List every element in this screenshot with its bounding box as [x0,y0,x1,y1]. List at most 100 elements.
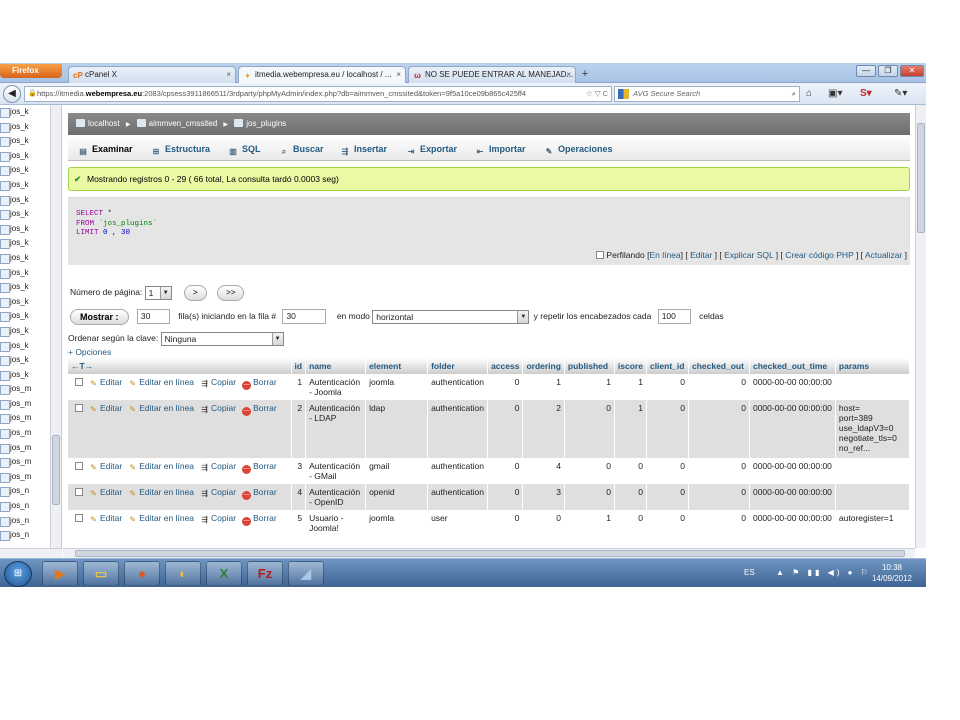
cell-published[interactable]: 0 [564,484,615,510]
page-scrollbar[interactable] [915,105,926,548]
maximize-button[interactable]: ❐ [878,65,898,77]
cell-ordering[interactable]: 3 [522,484,565,510]
col-header[interactable]: client_id [646,358,689,374]
delete-button[interactable]: — Borrar [242,403,277,416]
col-header[interactable]: ordering [522,358,565,374]
bookmark-reload-icons[interactable]: ☆ ▽ C [582,87,608,101]
cell-id[interactable]: 1 [291,374,307,400]
close-window-button[interactable]: ✕ [900,65,924,77]
col-header[interactable]: element [365,358,429,374]
edit-button[interactable]: ✎ Editar [89,461,122,472]
refresh-link[interactable]: Actualizar [865,250,902,260]
cell-iscore[interactable]: 1 [614,374,647,400]
cell-client-id[interactable]: 0 [646,484,689,510]
tab-export[interactable]: ⇥ Exportar [406,142,457,156]
row-checkbox[interactable] [75,404,83,412]
language-indicator[interactable]: ES [744,568,755,577]
copy-button[interactable]: ⇶ Copiar [200,513,236,524]
sort-arrows[interactable]: ←T→ [68,358,292,374]
cell-checked-out[interactable]: 0 [688,374,750,400]
row-checkbox[interactable] [75,488,83,496]
cell-checked-out-time[interactable]: 0000-00-00 00:00:00 [749,484,836,510]
inline-edit-button[interactable]: ✎ Editar en línea [128,461,194,472]
inline-edit-button[interactable]: ✎ Editar en línea [128,487,194,498]
profiling-checkbox[interactable] [596,251,605,259]
cell-name[interactable]: Usuario - Joomla! [305,510,367,536]
edit-button[interactable]: ✎ Editar [89,513,122,524]
edit-button[interactable]: ✎ Editar [89,377,122,388]
cell-published[interactable]: 0 [564,400,615,458]
edit-button[interactable]: ✎ Editar [89,403,122,414]
cell-folder[interactable]: authentication [427,374,489,400]
cell-params[interactable] [835,458,911,484]
cell-access[interactable]: 0 [487,510,524,536]
cell-published[interactable]: 0 [564,458,615,484]
rows-input[interactable]: 30 [136,309,170,325]
cell-access[interactable]: 0 [487,400,524,458]
cell-checked-out-time[interactable]: 0000-00-00 00:00:00 [749,374,836,400]
cell-element[interactable]: joomla [365,374,429,400]
cell-checked-out-time[interactable]: 0000-00-00 00:00:00 [749,400,836,458]
explain-link[interactable]: Explicar SQL [724,250,773,260]
inline-link[interactable]: En línea [649,250,680,260]
tab-import[interactable]: ⇤ Importar [475,142,526,156]
php-link[interactable]: Crear código PHP [785,250,853,260]
cell-id[interactable]: 5 [291,510,307,536]
address-bar[interactable]: 🔒 https://itmedia.webempresa.eu:2083/cps… [24,86,612,102]
cell-name[interactable]: Autenticación - LDAP [305,400,367,458]
start-button[interactable]: ⊞ [4,561,32,587]
show-button[interactable]: Mostrar : [70,308,129,325]
tab-sql[interactable]: ▥ SQL [228,142,260,156]
cell-checked-out-time[interactable]: 0000-00-00 00:00:00 [749,510,836,536]
scrollbar-thumb[interactable] [917,123,925,233]
col-header[interactable]: params [835,358,911,374]
cell-ordering[interactable]: 4 [522,458,565,484]
row-checkbox[interactable] [75,514,83,522]
cell-client-id[interactable]: 0 [646,458,689,484]
edit-link[interactable]: Editar [690,250,712,260]
close-tab-icon[interactable]: × [226,67,231,82]
tab-operations[interactable]: ✎ Operaciones [544,142,613,156]
cell-access[interactable]: 0 [487,374,524,400]
tab-forum[interactable]: ω NO SE PUEDE ENTRAR AL MANEJAD... × [408,66,576,83]
new-tab-button[interactable]: + [577,67,593,82]
cell-params[interactable] [835,484,911,510]
cell-element[interactable]: gmail [365,458,429,484]
cell-checked-out[interactable]: 0 [688,458,750,484]
back-button[interactable]: ◀ [3,85,21,103]
close-tab-icon[interactable]: × [566,67,571,82]
start-row-input[interactable]: 30 [282,309,327,325]
copy-button[interactable]: ⇶ Copiar [200,487,236,498]
taskbar-firefox-icon[interactable]: ● [124,561,160,586]
page-select[interactable]: 1 ▼ [144,285,172,300]
delete-button[interactable]: — Borrar [242,461,277,474]
cell-folder[interactable]: authentication [427,400,489,458]
cell-checked-out-time[interactable]: 0000-00-00 00:00:00 [749,458,836,484]
delete-button[interactable]: — Borrar [242,377,277,390]
inline-edit-button[interactable]: ✎ Editar en línea [128,513,194,524]
addon-icon[interactable]: S▾ [860,87,872,101]
clock[interactable]: 10:38 14/09/2012 [872,562,912,584]
inline-edit-button[interactable]: ✎ Editar en línea [128,377,194,388]
tab-structure[interactable]: ⊞ Estructura [151,142,210,156]
cell-access[interactable]: 0 [487,484,524,510]
taskbar-filezilla-icon[interactable]: Fz [247,561,283,586]
col-header[interactable]: folder [427,358,489,374]
cell-element[interactable]: ldap [365,400,429,458]
sort-select[interactable]: Ninguna ▼ [160,331,284,346]
col-header[interactable]: checked_out [688,358,750,374]
row-checkbox[interactable] [75,462,83,470]
minimize-button[interactable]: — [856,65,876,77]
cell-client-id[interactable]: 0 [646,510,689,536]
last-page-button[interactable]: >> [217,284,245,301]
cell-id[interactable]: 4 [291,484,307,510]
tab-insert[interactable]: ⇶ Insertar [340,142,387,156]
cell-iscore[interactable]: 0 [614,484,647,510]
copy-button[interactable]: ⇶ Copiar [200,461,236,472]
edit-button[interactable]: ✎ Editar [89,487,122,498]
tools-icon[interactable]: ✎▾ [894,87,907,101]
cell-iscore[interactable]: 0 [614,458,647,484]
delete-button[interactable]: — Borrar [242,513,277,526]
cell-id[interactable]: 2 [291,400,307,458]
next-page-button[interactable]: > [184,284,207,301]
